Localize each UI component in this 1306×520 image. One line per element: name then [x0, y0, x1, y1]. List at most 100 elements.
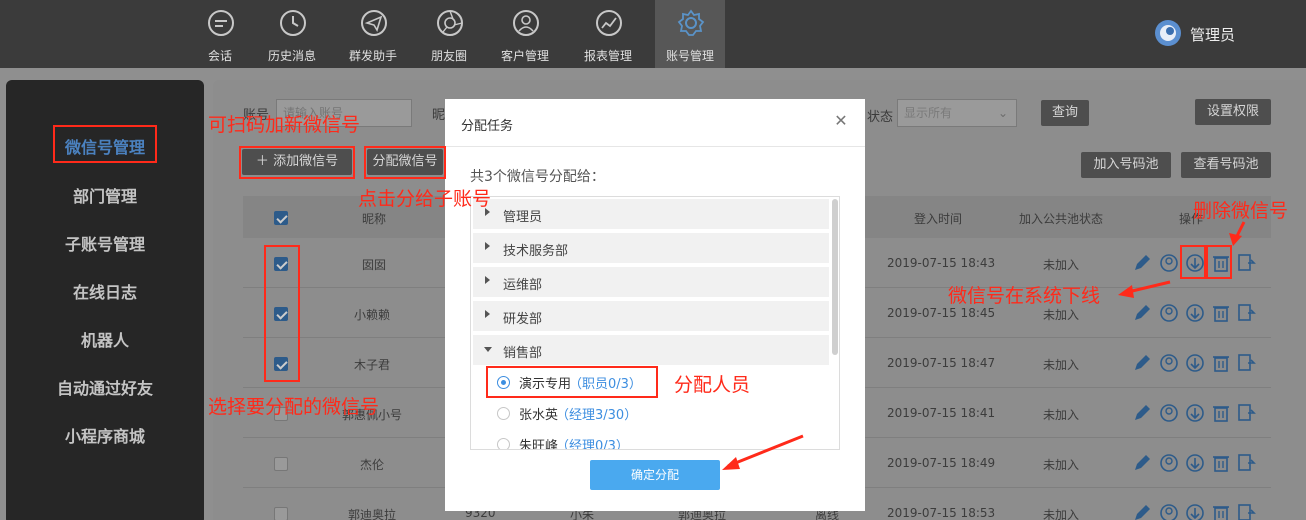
- close-icon[interactable]: ✕: [833, 113, 849, 129]
- row-pool-status: 未加入: [1043, 358, 1080, 372]
- download-offline-icon[interactable]: [1185, 403, 1205, 423]
- add-pool-button[interactable]: 加入号码池: [1081, 152, 1171, 178]
- edit-icon[interactable]: [1132, 403, 1152, 423]
- assign-user-icon[interactable]: [1159, 503, 1179, 520]
- chevron-down-icon: [484, 347, 492, 352]
- trash-icon[interactable]: [1211, 353, 1231, 373]
- status-label: 状态: [867, 110, 894, 125]
- annotation-box-sidebar: [53, 125, 157, 163]
- assign-user-icon[interactable]: [1159, 453, 1179, 473]
- status-select[interactable]: 显示所有 ⌄: [897, 99, 1017, 127]
- top-nav-bar: 会话 历史消息 群发助手 朋友圈 客户管理 报表管理 账号管理 管理员: [0, 0, 1306, 68]
- transfer-icon[interactable]: [1236, 253, 1256, 273]
- transfer-icon[interactable]: [1236, 303, 1256, 323]
- row-checkbox[interactable]: [274, 457, 288, 471]
- download-offline-icon[interactable]: [1185, 453, 1205, 473]
- assign-user-icon[interactable]: [1159, 253, 1179, 273]
- tree-node-admin[interactable]: 管理员: [473, 199, 829, 229]
- sidebar-item-online-log[interactable]: 在线日志: [6, 279, 204, 303]
- aperture-icon: [437, 10, 463, 36]
- trash-icon[interactable]: [1211, 403, 1231, 423]
- avatar: [1155, 20, 1181, 46]
- row-pool-status: 未加入: [1043, 408, 1080, 422]
- gear-icon: [677, 9, 705, 36]
- query-button[interactable]: 查询: [1041, 100, 1089, 126]
- transfer-icon[interactable]: [1236, 503, 1256, 520]
- tree-node-operations[interactable]: 运维部: [473, 267, 829, 297]
- dialog-subtitle: 共3个微信号分配给：: [470, 169, 605, 185]
- nav-reports[interactable]: 报表管理: [573, 0, 643, 68]
- tree-node-label: 管理员: [503, 210, 543, 225]
- member-option[interactable]: 张水英 （经理3/30）: [495, 402, 815, 426]
- transfer-icon[interactable]: [1236, 453, 1256, 473]
- confirm-assign-button[interactable]: 确定分配: [590, 460, 720, 490]
- tree-node-label: 销售部: [503, 346, 543, 361]
- clock-icon: [280, 10, 306, 36]
- row-nickname: 小赖赖: [354, 308, 391, 322]
- nav-customers[interactable]: 客户管理: [490, 0, 560, 68]
- trash-icon[interactable]: [1211, 503, 1231, 520]
- annotation-click-assign: 点击分给子账号: [358, 188, 492, 210]
- row-actions: [1132, 453, 1262, 475]
- nav-chat[interactable]: 会话: [185, 0, 255, 68]
- download-offline-icon[interactable]: [1185, 353, 1205, 373]
- nav-accounts[interactable]: 账号管理: [655, 0, 725, 68]
- member-option[interactable]: 朱旺峰 （经理0/3）: [495, 433, 815, 450]
- edit-icon[interactable]: [1132, 303, 1152, 323]
- row-login-time: 2019-07-15 18:53: [887, 506, 996, 520]
- assign-user-icon[interactable]: [1159, 403, 1179, 423]
- row-login-time: 2019-07-15 18:41: [887, 406, 996, 420]
- chart-icon: [596, 10, 622, 36]
- trash-icon[interactable]: [1211, 453, 1231, 473]
- row-login-time: 2019-07-15 18:45: [887, 306, 996, 320]
- set-permission-button[interactable]: 设置权限: [1195, 99, 1271, 125]
- sidebar-item-auto-accept[interactable]: 自动通过好友: [6, 375, 204, 399]
- download-offline-icon[interactable]: [1185, 303, 1205, 323]
- edit-icon[interactable]: [1132, 453, 1152, 473]
- row-pool-status: 未加入: [1043, 308, 1080, 322]
- sidebar-item-robot[interactable]: 机器人: [6, 327, 204, 351]
- tree-node-label: 技术服务部: [503, 244, 569, 259]
- nav-moments[interactable]: 朋友圈: [414, 0, 484, 68]
- row-actions: [1132, 303, 1262, 325]
- assign-user-icon[interactable]: [1159, 303, 1179, 323]
- department-tree: 管理员 技术服务部 运维部 研发部 销售部 演示专用 （职员0/3） 张水英 （…: [470, 196, 840, 450]
- member-radio[interactable]: [497, 438, 510, 449]
- annotation-box-add: [239, 146, 355, 179]
- select-all-checkbox[interactable]: [274, 211, 288, 225]
- tree-node-rnd[interactable]: 研发部: [473, 301, 829, 331]
- tree-scrollbar[interactable]: [832, 199, 838, 355]
- nav-broadcast[interactable]: 群发助手: [338, 0, 408, 68]
- row-actions: [1132, 403, 1262, 425]
- sidebar-item-departments[interactable]: 部门管理: [6, 183, 204, 207]
- view-pool-button[interactable]: 查看号码池: [1181, 152, 1271, 178]
- edit-icon[interactable]: [1132, 353, 1152, 373]
- member-radio[interactable]: [497, 407, 510, 420]
- member-name: 朱旺峰: [519, 439, 559, 450]
- chevron-down-icon: ⌄: [997, 106, 1008, 120]
- annotation-select-wechat: 选择要分配的微信号: [208, 396, 380, 418]
- chevron-right-icon: [485, 276, 490, 284]
- edit-icon[interactable]: [1132, 253, 1152, 273]
- sidebar-item-mini-program[interactable]: 小程序商城: [6, 423, 204, 447]
- transfer-icon[interactable]: [1236, 403, 1256, 423]
- trash-icon[interactable]: [1211, 303, 1231, 323]
- sidebar-item-subaccounts[interactable]: 子账号管理: [6, 231, 204, 255]
- annotation-box-checkboxes: [264, 245, 300, 382]
- nav-label: 历史消息: [267, 49, 316, 63]
- nav-history[interactable]: 历史消息: [257, 0, 327, 68]
- header-login-time: 登入时间: [914, 212, 963, 226]
- nav-label: 群发助手: [348, 49, 397, 63]
- row-checkbox[interactable]: [274, 507, 288, 520]
- edit-icon[interactable]: [1132, 503, 1152, 520]
- row-pool-status: 未加入: [1043, 258, 1080, 272]
- tree-node-sales[interactable]: 销售部: [473, 335, 829, 365]
- download-offline-icon[interactable]: [1185, 503, 1205, 520]
- user-icon: [513, 10, 539, 36]
- tree-node-tech-service[interactable]: 技术服务部: [473, 233, 829, 263]
- assign-user-icon[interactable]: [1159, 353, 1179, 373]
- row-pool-status: 未加入: [1043, 508, 1080, 520]
- row-actions: [1132, 353, 1262, 375]
- transfer-icon[interactable]: [1236, 353, 1256, 373]
- tree-node-label: 运维部: [503, 278, 543, 293]
